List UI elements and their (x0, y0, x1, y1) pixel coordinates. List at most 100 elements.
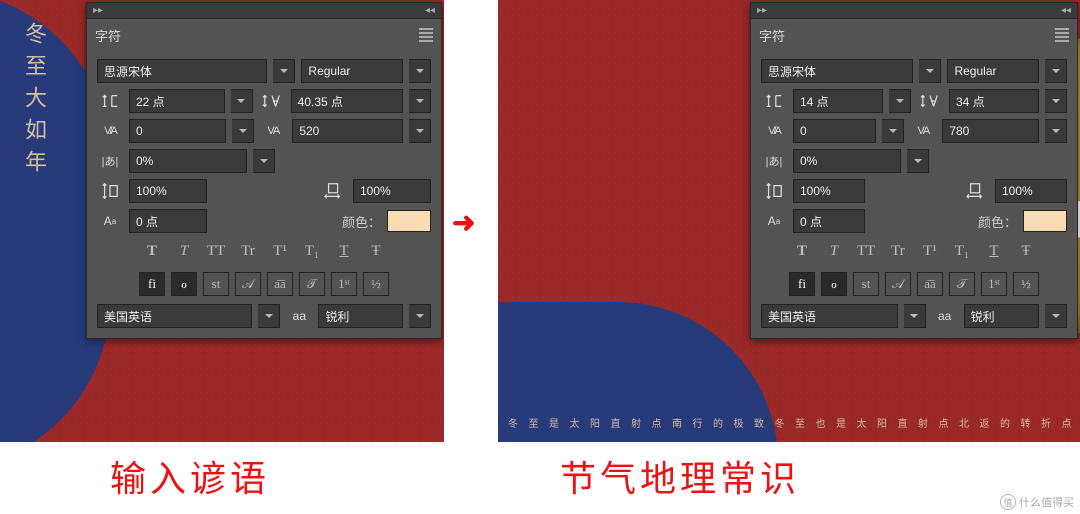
font-size-icon (97, 90, 123, 112)
tracking-field[interactable]: 780 (942, 119, 1039, 143)
font-family-dropdown[interactable] (273, 59, 295, 83)
kerning-field[interactable]: 0 (793, 119, 876, 143)
hscale-field[interactable]: 100% (353, 179, 431, 203)
tsume-field[interactable]: 0% (793, 149, 901, 173)
kerning-icon: V/A (761, 120, 787, 142)
leading-dropdown[interactable] (1045, 89, 1067, 113)
language-field[interactable]: 美国英语 (761, 304, 898, 328)
style-underline[interactable]: T (333, 243, 355, 260)
ot-titling[interactable]: 𝒯 (299, 272, 325, 296)
ot-contextual[interactable]: ℴ (821, 272, 847, 296)
style-strike[interactable]: Ŧ (1015, 243, 1037, 260)
tab-character[interactable]: 字符 (759, 26, 785, 45)
ot-ordinals[interactable]: 1ˢᵗ (331, 272, 357, 296)
antialias-dropdown[interactable] (409, 304, 431, 328)
ot-fractions[interactable]: ½ (363, 272, 389, 296)
antialias-dropdown[interactable] (1045, 304, 1067, 328)
leading-field[interactable]: 34 点 (949, 89, 1039, 113)
right-half: ❄ 冬 至 是 太 阳 直 射 点 南 行 的 极 致 冬 至 也 是 太 阳 … (498, 0, 1080, 442)
font-style-field[interactable]: Regular (301, 59, 403, 83)
ot-discretionary[interactable]: st (203, 272, 229, 296)
panel-topbar[interactable]: ▸▸ ◂◂ (87, 3, 441, 19)
ot-titling[interactable]: 𝒯 (949, 272, 975, 296)
style-bold[interactable]: T (141, 243, 163, 260)
ot-contextual[interactable]: ℴ (171, 272, 197, 296)
ot-ordinals[interactable]: 1ˢᵗ (981, 272, 1007, 296)
antialias-field[interactable]: 锐利 (318, 304, 403, 328)
style-italic[interactable]: T (173, 243, 195, 260)
style-smallcaps[interactable]: Tr (237, 243, 259, 260)
font-style-dropdown[interactable] (1045, 59, 1067, 83)
hscale-field[interactable]: 100% (995, 179, 1067, 203)
tsume-dropdown[interactable] (907, 149, 929, 173)
collapse-icon[interactable]: ◂◂ (1061, 5, 1071, 16)
kerning-dropdown[interactable] (882, 119, 904, 143)
font-style-field[interactable]: Regular (947, 59, 1039, 83)
font-size-field[interactable]: 14 点 (793, 89, 883, 113)
antialias-field[interactable]: 锐利 (964, 304, 1039, 328)
tab-character[interactable]: 字符 (95, 26, 121, 45)
font-size-dropdown[interactable] (231, 89, 253, 113)
style-strike[interactable]: Ŧ (365, 243, 387, 260)
style-italic[interactable]: T (823, 243, 845, 260)
antialias-icon: aa (286, 305, 312, 327)
ot-fractions[interactable]: ½ (1013, 272, 1039, 296)
kerning-dropdown[interactable] (232, 119, 254, 143)
font-family-field[interactable]: 思源宋体 (97, 59, 267, 83)
panel-tabs: 字符 (87, 19, 441, 51)
collapse-icon[interactable]: ◂◂ (425, 5, 435, 16)
baseline-icon: Aa (761, 210, 787, 232)
style-superscript[interactable]: T¹ (269, 243, 291, 260)
font-style-dropdown[interactable] (409, 59, 431, 83)
style-subscript[interactable]: T₁ (951, 243, 973, 260)
collapse-icon[interactable]: ▸▸ (93, 5, 103, 16)
ot-swash[interactable]: 𝒜 (235, 272, 261, 296)
panel-menu-icon[interactable] (1055, 28, 1069, 42)
language-dropdown[interactable] (904, 304, 926, 328)
collapse-icon[interactable]: ▸▸ (757, 5, 767, 16)
font-size-dropdown[interactable] (889, 89, 911, 113)
ot-swash[interactable]: 𝒜 (885, 272, 911, 296)
font-size-field[interactable]: 22 点 (129, 89, 225, 113)
vscale-field[interactable]: 100% (793, 179, 865, 203)
ot-stylistic[interactable]: a͞a (917, 272, 943, 296)
style-bold[interactable]: T (791, 243, 813, 260)
kerning-field[interactable]: 0 (129, 119, 226, 143)
color-label: 颜色： (978, 212, 1017, 231)
tracking-dropdown[interactable] (1045, 119, 1067, 143)
type-style-row: T T TT Tr T¹ T₁ T Ŧ (97, 239, 431, 264)
color-swatch[interactable] (387, 210, 431, 232)
panel-topbar[interactable]: ▸▸ ◂◂ (751, 3, 1077, 19)
tracking-field[interactable]: 520 (292, 119, 403, 143)
tsume-field[interactable]: 0% (129, 149, 247, 173)
baseline-field[interactable]: 0 点 (129, 209, 207, 233)
font-family-dropdown[interactable] (919, 59, 941, 83)
style-smallcaps[interactable]: Tr (887, 243, 909, 260)
panel-body: 思源宋体 Regular 14 点 34 点 V/A 0 VA 780 (751, 51, 1077, 338)
type-style-row: T T TT Tr T¹ T₁ T Ŧ (761, 239, 1067, 264)
tracking-icon: VA (260, 120, 286, 142)
leading-field[interactable]: 40.35 点 (291, 89, 403, 113)
tracking-dropdown[interactable] (409, 119, 431, 143)
color-swatch[interactable] (1023, 210, 1067, 232)
font-family-field[interactable]: 思源宋体 (761, 59, 913, 83)
left-half: 冬至大如年 ▸▸ ◂◂ 字符 思源宋体 Regular 22 点 40.35 点 (0, 0, 444, 442)
style-subscript[interactable]: T₁ (301, 243, 323, 260)
style-superscript[interactable]: T¹ (919, 243, 941, 260)
ot-discretionary[interactable]: st (853, 272, 879, 296)
leading-icon (917, 90, 943, 112)
style-allcaps[interactable]: TT (855, 243, 877, 260)
ot-stylistic[interactable]: a͞a (267, 272, 293, 296)
leading-dropdown[interactable] (409, 89, 431, 113)
ot-ligatures[interactable]: fi (789, 272, 815, 296)
character-panel-right: ▸▸ ◂◂ 字符 思源宋体 Regular 14 点 34 点 (750, 2, 1078, 339)
vscale-field[interactable]: 100% (129, 179, 207, 203)
tsume-dropdown[interactable] (253, 149, 275, 173)
ot-ligatures[interactable]: fi (139, 272, 165, 296)
language-field[interactable]: 美国英语 (97, 304, 252, 328)
style-underline[interactable]: T (983, 243, 1005, 260)
language-dropdown[interactable] (258, 304, 280, 328)
style-allcaps[interactable]: TT (205, 243, 227, 260)
baseline-field[interactable]: 0 点 (793, 209, 865, 233)
panel-menu-icon[interactable] (419, 28, 433, 42)
